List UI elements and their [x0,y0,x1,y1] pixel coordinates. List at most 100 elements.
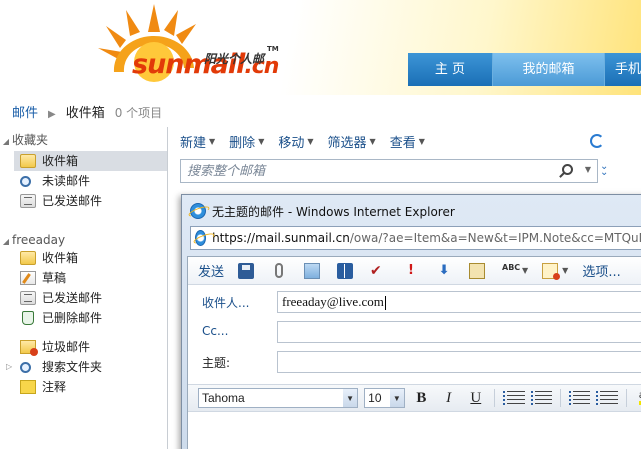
sidebar-item-label: 未读邮件 [42,174,91,188]
sidebar-item-unread[interactable]: 未读邮件 [14,171,167,191]
view-label: 查看 [389,136,416,151]
inbox-folder-icon [20,251,36,265]
delete-label: 删除 [229,136,256,151]
compose-window: 无主题的邮件 - Windows Internet Explorer https… [181,194,641,449]
toolbar-divider [560,389,562,407]
account-header[interactable]: ◢ freeaday [0,231,65,249]
chevron-right-icon: ▶ [48,109,56,120]
message-options-icon[interactable] [469,262,486,279]
expand-arrow-icon[interactable]: ▷ [6,357,12,377]
bulleted-list-icon[interactable] [503,391,525,405]
options-button[interactable]: 选项... [582,261,620,280]
new-button[interactable]: 新建 ▼ [180,132,215,151]
sidebar-item-inbox[interactable]: 收件箱 [14,248,167,268]
sunmail-logo[interactable]: sunmail.cn 阳光个人邮 TM [96,2,296,94]
search-folder-icon [20,361,31,373]
sidebar-item-deleted[interactable]: 已删除邮件 [14,308,167,328]
header: sunmail.cn 阳光个人邮 TM 主 页 我的邮箱 手机 [0,0,641,95]
nav-tab-mobile[interactable]: 手机 [605,53,641,86]
to-button[interactable]: 收件人... [202,294,249,311]
chevron-down-icon[interactable]: ▼ [562,266,568,275]
insert-image-icon[interactable] [304,262,321,279]
underline-button[interactable]: U [465,390,486,407]
cc-row: Cc... [188,319,641,345]
sidebar-item-label: 已发送邮件 [42,291,103,305]
filter-button[interactable]: 筛选器 ▼ [328,132,376,151]
view-button[interactable]: 查看 ▼ [390,132,425,151]
double-chevron-down-icon[interactable]: ⌄ ⌄ [600,162,608,178]
search-icon[interactable] [562,164,573,175]
sidebar-item-junk[interactable]: 垃圾邮件 [14,337,167,357]
sidebar-item-label: 注释 [42,380,67,394]
cc-field[interactable] [277,321,641,343]
refresh-icon[interactable] [590,134,604,148]
url-text: https://mail.sunmail.cn/owa/?ae=Item&a=N… [212,231,641,245]
send-button[interactable]: 发送 [198,261,224,280]
spell-check-icon[interactable]: ABC [502,263,520,279]
url-scheme: https://mail. [212,231,285,245]
chevron-down-icon[interactable]: ▼ [585,165,591,174]
sidebar-item-drafts[interactable]: 草稿 [14,268,167,288]
search-input[interactable] [181,160,551,182]
subject-label: 主题: [202,356,231,370]
font-family-select[interactable]: Tahoma ▼ [198,388,359,408]
url-path: /owa/?ae=Item&a=New&t=IPM.Note&cc=MTQuM [349,231,641,245]
favorites-header[interactable]: ◢ 收藏夹 [0,131,48,149]
increase-indent-icon[interactable] [596,391,618,405]
url-host: sunmail.cn [284,231,350,245]
delete-button[interactable]: 删除 ▼ [229,132,264,151]
sidebar-item-label: 垃圾邮件 [42,340,91,354]
deleted-folder-icon [22,311,34,325]
breadcrumb: 邮件 ▶ 收件箱 0 个项目 [12,102,162,121]
sidebar-item-label: 已发送邮件 [42,194,103,208]
subject-row: 主题: [188,349,641,375]
sent-folder-icon [20,194,36,208]
ie-icon [190,203,206,219]
top-nav: 主 页 我的邮箱 手机 [408,53,641,86]
nav-tab-my-mailbox[interactable]: 我的邮箱 [493,53,605,86]
check-names-icon[interactable]: ✔ [370,263,386,279]
brand-chinese-name: 阳光个人邮 [204,52,265,66]
numbered-list-icon[interactable] [530,391,553,405]
font-size-select[interactable]: 10 ▼ [364,388,405,408]
notes-folder-icon [20,380,36,394]
sidebar-item-sent[interactable]: 已发送邮件 [14,288,167,308]
address-bar[interactable]: https://mail.sunmail.cn/owa/?ae=Item&a=N… [190,226,641,250]
window-titlebar[interactable]: 无主题的邮件 - Windows Internet Explorer [190,201,455,221]
window-title: 无主题的邮件 - Windows Internet Explorer [212,204,455,219]
trademark: TM [267,45,279,53]
format-toolbar: Tahoma ▼ 10 ▼ B I U ab [188,384,641,412]
collapse-arrow-icon[interactable]: ◢ [0,133,12,151]
subject-field[interactable] [277,351,641,373]
save-icon[interactable] [238,262,255,279]
bold-button[interactable]: B [411,390,432,407]
cc-button[interactable]: Cc... [202,324,228,338]
high-importance-icon[interactable]: ! [403,263,419,279]
sidebar-item-search-folders[interactable]: ▷ 搜索文件夹 [6,357,167,377]
sidebar-item-favorites-sent[interactable]: 已发送邮件 [14,191,167,211]
nav-tab-home[interactable]: 主 页 [408,53,493,86]
italic-button[interactable]: I [438,390,459,407]
move-label: 移动 [278,136,305,151]
address-book-icon[interactable] [337,262,354,279]
flag-message-icon[interactable] [542,262,561,280]
chevron-down-icon: ▼ [389,389,404,407]
sidebar-item-favorites-inbox[interactable]: 收件箱 [14,151,167,171]
collapse-arrow-icon[interactable]: ◢ [0,233,12,251]
toolbar-divider [494,389,496,407]
filter-label: 筛选器 [327,136,367,151]
search-folder-icon [20,175,31,187]
move-button[interactable]: 移动 ▼ [278,132,313,151]
sidebar-divider[interactable] [167,127,168,449]
chevron-down-icon[interactable]: ▼ [522,266,528,275]
decrease-indent-icon[interactable] [568,391,591,405]
sidebar-item-notes[interactable]: 注释 [14,377,167,397]
toolbar-divider [625,389,627,407]
junk-folder-icon [20,340,38,356]
low-importance-icon[interactable]: ⬇ [436,263,452,279]
attach-icon[interactable] [275,263,284,278]
to-field[interactable]: freeaday@live.com [277,291,641,313]
chevron-down-icon: ▼ [307,137,314,146]
font-size-value: 10 [368,391,382,405]
breadcrumb-mail[interactable]: 邮件 [12,102,38,121]
